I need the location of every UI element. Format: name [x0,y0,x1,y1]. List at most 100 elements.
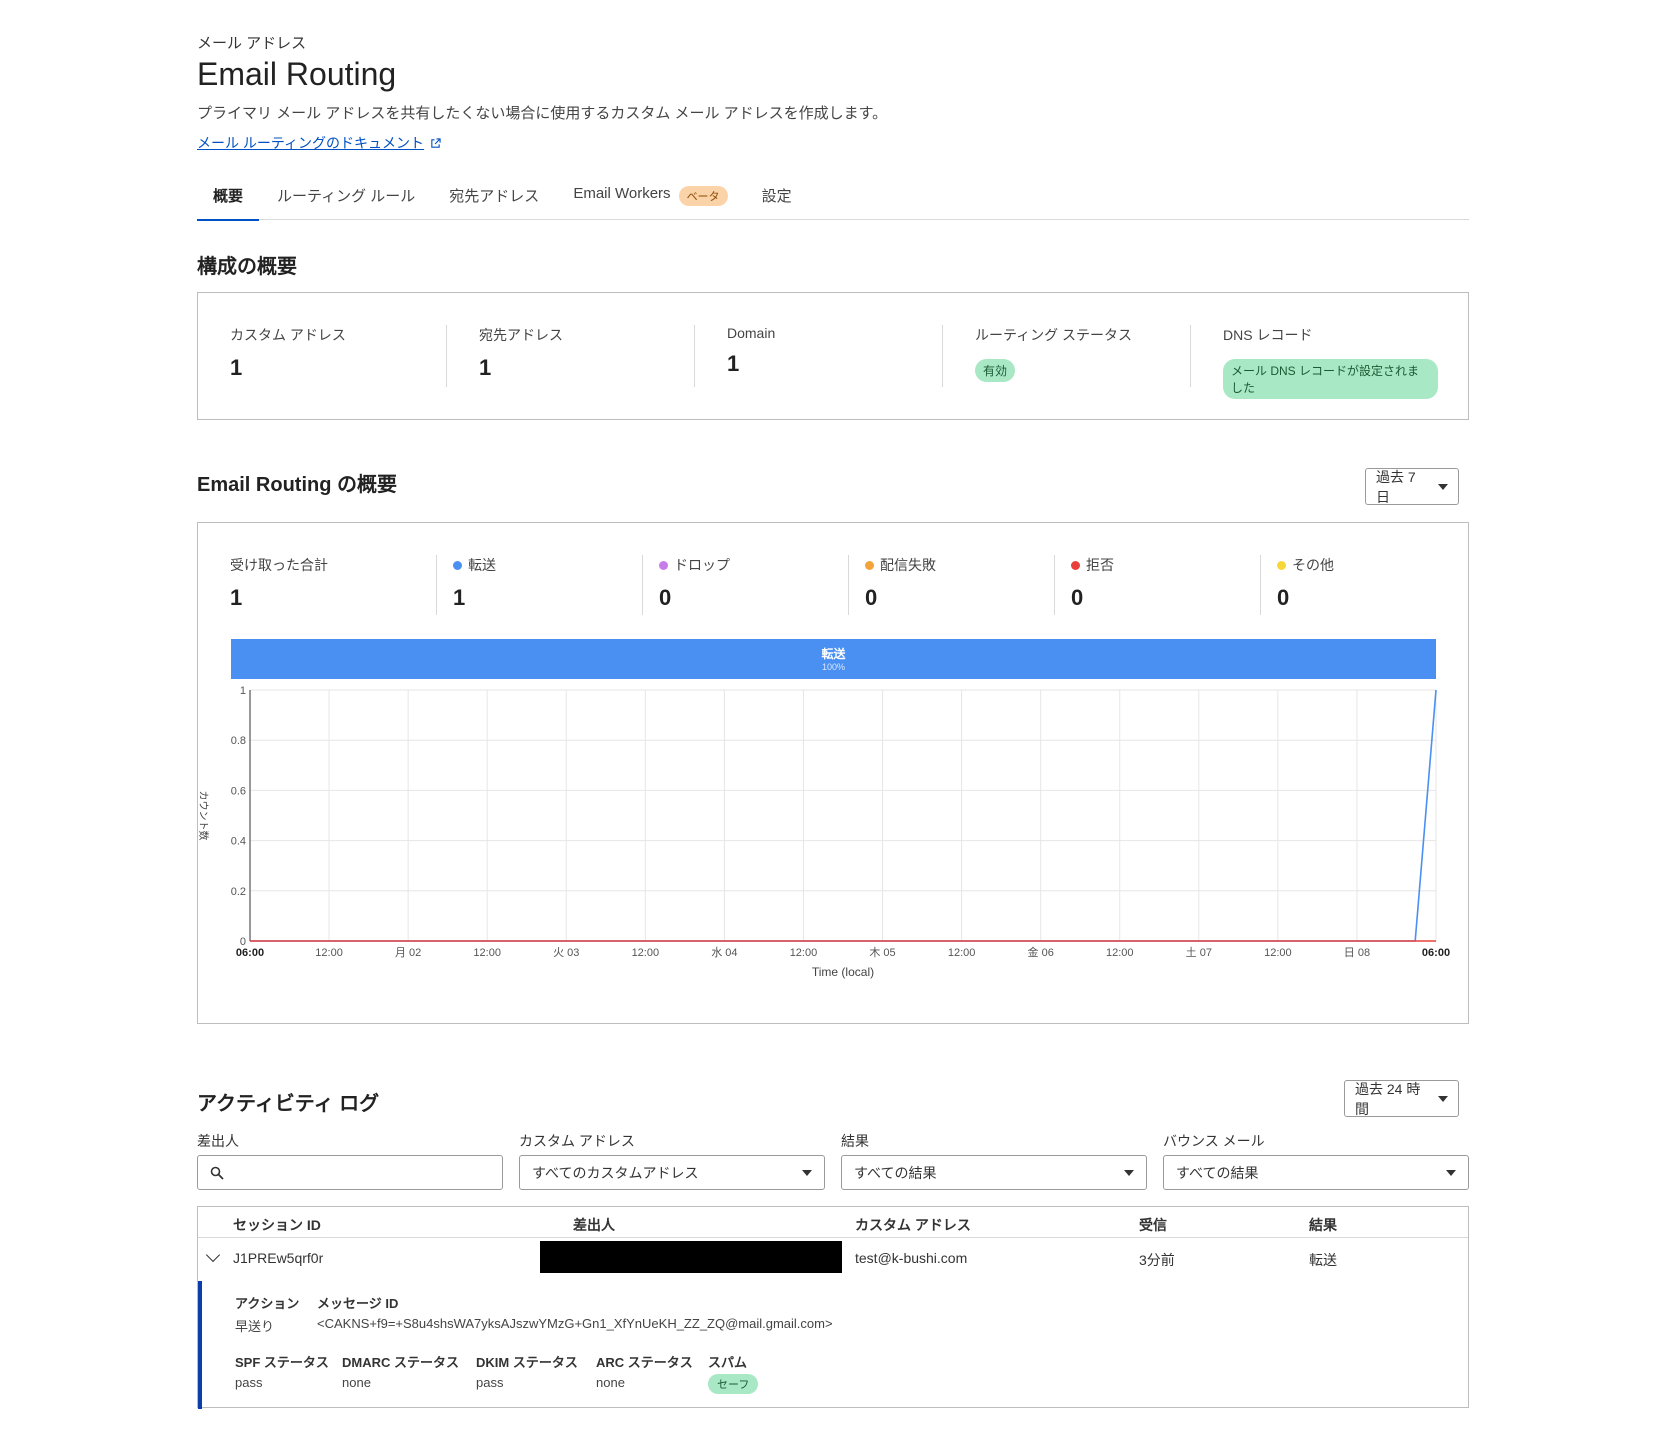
page-title: Email Routing [197,56,397,92]
page-description: プライマリ メール アドレスを共有したくない場合に使用するカスタム メール アド… [197,105,888,122]
detail-label: スパム [708,1355,748,1370]
config-label: 宛先アドレス [479,327,563,343]
select-value: すべての結果 [1176,1164,1259,1181]
chevron-down-icon [802,1169,812,1176]
custom-address-select[interactable]: すべてのカスタムアドレス [519,1155,825,1190]
tab-bar: 概要 ルーティング ルール 宛先アドレス Email Workers ベータ 設定 [197,172,1469,221]
config-routing-status: ルーティング ステータス 有効 [942,325,1190,387]
x-tick-label: 12:00 [1264,947,1292,959]
result-cell: 転送 [1309,1252,1337,1268]
tab-routing-rules[interactable]: ルーティング ルール [261,172,431,220]
filter-result: 結果 すべての結果 [841,1131,1147,1190]
x-tick-label: 日 08 [1344,947,1370,959]
tab-label: 設定 [761,188,792,205]
email-routing-line-chart: 00.20.40.60.8106:00 12:00 月 02 12:00 火 03 12:… [198,685,1450,979]
x-axis-label: Time (local) [812,965,874,979]
x-tick-label: 水 04 [711,946,737,959]
x-tick-label: 土 07 [1186,946,1212,959]
column-header-custom-address[interactable]: カスタム アドレス [855,1215,971,1235]
tab-email-workers[interactable]: Email Workers ベータ [557,172,743,220]
y-tick-label: 1 [240,685,246,697]
activity-log-table: セッション ID 差出人 カスタム アドレス 受信 結果 J1PREw5qrf0… [197,1206,1469,1409]
tab-destination-addresses[interactable]: 宛先アドレス [433,172,555,220]
tab-label: ルーティング ルール [277,188,416,205]
dropdown-value: 過去 24 時間 [1355,1080,1421,1117]
table-row[interactable]: J1PREw5qrf0r test@k-bushi.com 3分前 転送 [198,1238,1468,1280]
row-detail-panel: アクション 早送り メッセージ ID <CAKNS+f9=+S8u4shsWA7… [198,1281,1468,1409]
y-tick-label: 0.2 [231,886,246,898]
x-tick-label: 月 02 [395,947,421,959]
activity-range-dropdown[interactable]: 過去 24 時間 [1344,1080,1459,1117]
filter-custom-address: カスタム アドレス すべてのカスタムアドレス [519,1131,825,1190]
x-tick-label: 12:00 [473,947,501,959]
filter-label: 結果 [841,1133,869,1149]
y-axis-label: カウント数 [198,791,210,841]
chevron-down-icon[interactable] [205,1247,221,1263]
tab-settings[interactable]: 設定 [746,172,808,220]
detail-value: none [342,1375,371,1390]
detail-value: <CAKNS+f9=+S8u4shsWA7yksAJszwYMzG+Gn1_Xf… [317,1316,833,1331]
x-tick-label: 06:00 [1422,947,1450,959]
detail-value: pass [476,1375,504,1390]
config-dns-records: DNS レコード メール DNS レコードが設定されました [1190,325,1438,399]
docs-link[interactable]: メール ルーティングのドキュメント [197,133,441,153]
x-tick-label: 12:00 [632,947,660,959]
chevron-down-icon [1438,483,1448,490]
detail-spf: SPF ステータス pass [235,1352,329,1390]
detail-label: SPF ステータス [235,1355,329,1370]
config-destination-addresses: 宛先アドレス 1 [446,325,694,387]
filter-bounce: バウンス メール すべての結果 [1163,1131,1469,1190]
page-eyebrow: メール アドレス [197,35,307,52]
received-cell: 3分前 [1139,1252,1175,1268]
detail-dkim: DKIM ステータス pass [476,1352,578,1390]
activity-filters: 差出人 カスタム アドレス すべてのカスタムアドレス 結果 すべての結果 バウン… [197,1131,1469,1190]
tab-overview[interactable]: 概要 [197,172,260,221]
table-header: セッション ID 差出人 カスタム アドレス 受信 結果 [198,1207,1468,1238]
spam-safe-badge: セーフ [708,1374,759,1394]
result-select[interactable]: すべての結果 [841,1155,1147,1190]
detail-spam: スパム セーフ [708,1352,759,1394]
x-tick-label: 12:00 [790,947,818,959]
detail-message-id: メッセージ ID <CAKNS+f9=+S8u4shsWA7yksAJszwYM… [317,1293,833,1331]
column-header-result[interactable]: 結果 [1309,1215,1337,1235]
config-value: 1 [230,355,243,380]
sender-search-input[interactable] [197,1155,503,1190]
config-label: ルーティング ステータス [975,327,1133,343]
overview-range-dropdown[interactable]: 過去 7 日 [1365,468,1459,505]
session-id-cell: J1PREw5qrf0r [233,1250,324,1266]
config-domain: Domain 1 [694,325,942,387]
detail-value: 早送り [235,1319,275,1334]
config-section-title: 構成の概要 [197,256,297,278]
detail-value: none [596,1375,625,1390]
dropdown-value: 過去 7 日 [1376,468,1416,505]
config-label: カスタム アドレス [230,327,346,343]
chevron-down-icon [1438,1095,1448,1102]
docs-link-label: メール ルーティングのドキュメント [197,135,425,151]
x-tick-label: 12:00 [315,947,343,959]
external-link-icon [431,137,441,148]
custom-address-cell: test@k-bushi.com [855,1250,968,1266]
detail-arc: ARC ステータス none [596,1352,693,1390]
bounce-select[interactable]: すべての結果 [1163,1155,1469,1190]
column-header-session-id[interactable]: セッション ID [233,1215,321,1235]
x-tick-label: 06:00 [236,947,264,959]
status-badge: メール DNS レコードが設定されました [1223,359,1438,399]
x-tick-label: 木 05 [869,946,895,959]
overview-section-title: Email Routing の概要 [197,474,397,496]
status-badge: 有効 [975,359,1016,382]
detail-label: DKIM ステータス [476,1355,578,1370]
config-label: Domain [727,325,776,341]
select-value: すべてのカスタムアドレス [532,1164,699,1181]
config-value: 1 [727,351,740,376]
detail-dmarc: DMARC ステータス none [342,1352,459,1390]
column-header-sender[interactable]: 差出人 [573,1215,615,1235]
filter-label: バウンス メール [1163,1133,1265,1149]
column-header-received[interactable]: 受信 [1139,1215,1167,1235]
filter-label: 差出人 [197,1133,239,1149]
chevron-down-icon [1124,1169,1134,1176]
detail-label: DMARC ステータス [342,1355,459,1370]
x-tick-label: 金 06 [1028,945,1054,959]
detail-action: アクション 早送り [235,1293,299,1335]
filter-label: カスタム アドレス [519,1133,635,1149]
y-tick-label: 0.6 [231,785,246,797]
